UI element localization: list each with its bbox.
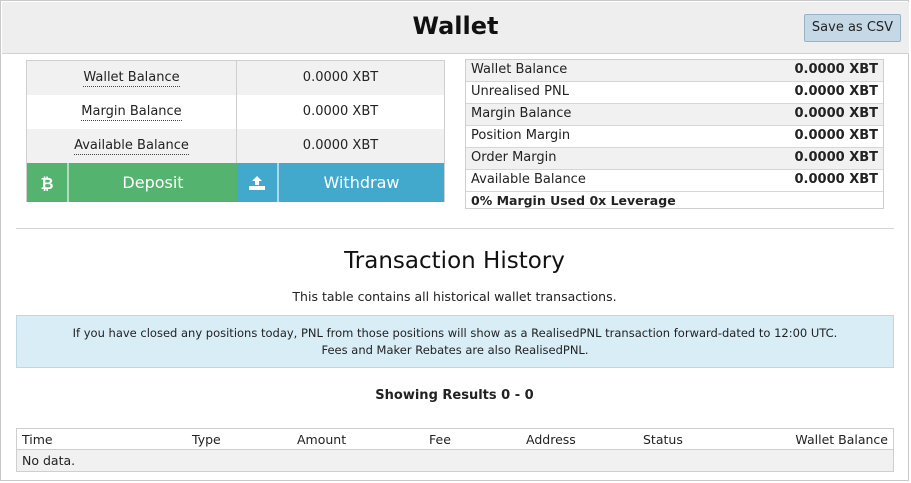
margin-summary-table: Wallet Balance 0.0000 XBT Unrealised PNL… <box>465 59 884 209</box>
summary-label: Order Margin <box>471 150 557 165</box>
column-header-time[interactable]: Time <box>22 432 53 447</box>
history-subtitle: This table contains all historical walle… <box>292 289 617 304</box>
section-divider <box>16 228 894 229</box>
wallet-balance-label[interactable]: Wallet Balance <box>83 70 180 87</box>
summary-row: Order Margin 0.0000 XBT <box>466 148 883 170</box>
summary-value: 0.0000 XBT <box>794 106 879 121</box>
column-header-status[interactable]: Status <box>643 432 683 447</box>
balance-row-wallet: Wallet Balance 0.0000 XBT <box>27 61 444 95</box>
summary-value: 0.0000 XBT <box>794 172 879 187</box>
summary-row: Margin Balance 0.0000 XBT <box>466 104 883 126</box>
results-count: Showing Results 0 - 0 <box>375 388 534 403</box>
notice-line: Fees and Maker Rebates are also Realised… <box>321 343 589 357</box>
column-header-amount[interactable]: Amount <box>297 432 346 447</box>
transaction-table: Time Type Amount Fee Address Status Wall… <box>16 428 894 472</box>
margin-leverage-summary: 0% Margin Used 0x Leverage <box>471 193 676 208</box>
page-title: Wallet <box>412 12 499 40</box>
summary-label: Margin Balance <box>471 106 572 121</box>
available-balance-value: 0.0000 XBT <box>302 138 379 153</box>
bitcoin-icon: ₿ <box>27 163 69 202</box>
summary-label: Available Balance <box>471 172 586 187</box>
summary-row: Available Balance 0.0000 XBT <box>466 170 883 192</box>
empty-row: No data. <box>17 450 893 471</box>
summary-value: 0.0000 XBT <box>794 128 879 143</box>
available-balance-label[interactable]: Available Balance <box>74 138 189 155</box>
summary-label: Unrealised PNL <box>471 84 569 99</box>
wallet-panel: Wallet Save as CSV Wallet Balance 0.0000… <box>0 0 909 481</box>
summary-value: 0.0000 XBT <box>794 84 879 99</box>
margin-balance-label[interactable]: Margin Balance <box>81 104 182 121</box>
summary-label: Position Margin <box>471 128 571 143</box>
summary-value: 0.0000 XBT <box>794 62 879 77</box>
margin-balance-value: 0.0000 XBT <box>302 104 379 119</box>
history-title: Transaction History <box>344 248 565 274</box>
notice-line: If you have closed any positions today, … <box>72 326 838 340</box>
summary-row: Position Margin 0.0000 XBT <box>466 126 883 148</box>
column-header-type[interactable]: Type <box>192 432 221 447</box>
summary-row: Wallet Balance 0.0000 XBT <box>466 60 883 82</box>
summary-value: 0.0000 XBT <box>794 150 879 165</box>
save-csv-button[interactable]: Save as CSV <box>804 14 901 42</box>
summary-label: Wallet Balance <box>471 62 568 77</box>
svg-text:₿: ₿ <box>40 174 53 192</box>
column-header-fee[interactable]: Fee <box>429 432 451 447</box>
deposit-label: Deposit <box>122 173 184 192</box>
column-header-wallet-balance[interactable]: Wallet Balance <box>795 432 888 447</box>
table-header: Time Type Amount Fee Address Status Wall… <box>17 429 893 450</box>
action-buttons: ₿ Deposit Withdraw <box>27 163 444 202</box>
balance-row-margin: Margin Balance 0.0000 XBT <box>27 95 444 129</box>
column-header-address[interactable]: Address <box>526 432 576 447</box>
withdraw-button[interactable]: Withdraw <box>237 163 444 202</box>
summary-row: Unrealised PNL 0.0000 XBT <box>466 82 883 104</box>
withdraw-label: Withdraw <box>323 173 400 192</box>
wallet-header: Wallet Save as CSV <box>2 2 909 54</box>
balance-row-available: Available Balance 0.0000 XBT <box>27 129 444 163</box>
wallet-balance-value: 0.0000 XBT <box>302 70 379 85</box>
deposit-button[interactable]: ₿ Deposit <box>27 163 237 202</box>
upload-icon <box>237 163 279 202</box>
info-notice: If you have closed any positions today, … <box>16 315 894 368</box>
balance-table: Wallet Balance 0.0000 XBT Margin Balance… <box>26 60 445 202</box>
